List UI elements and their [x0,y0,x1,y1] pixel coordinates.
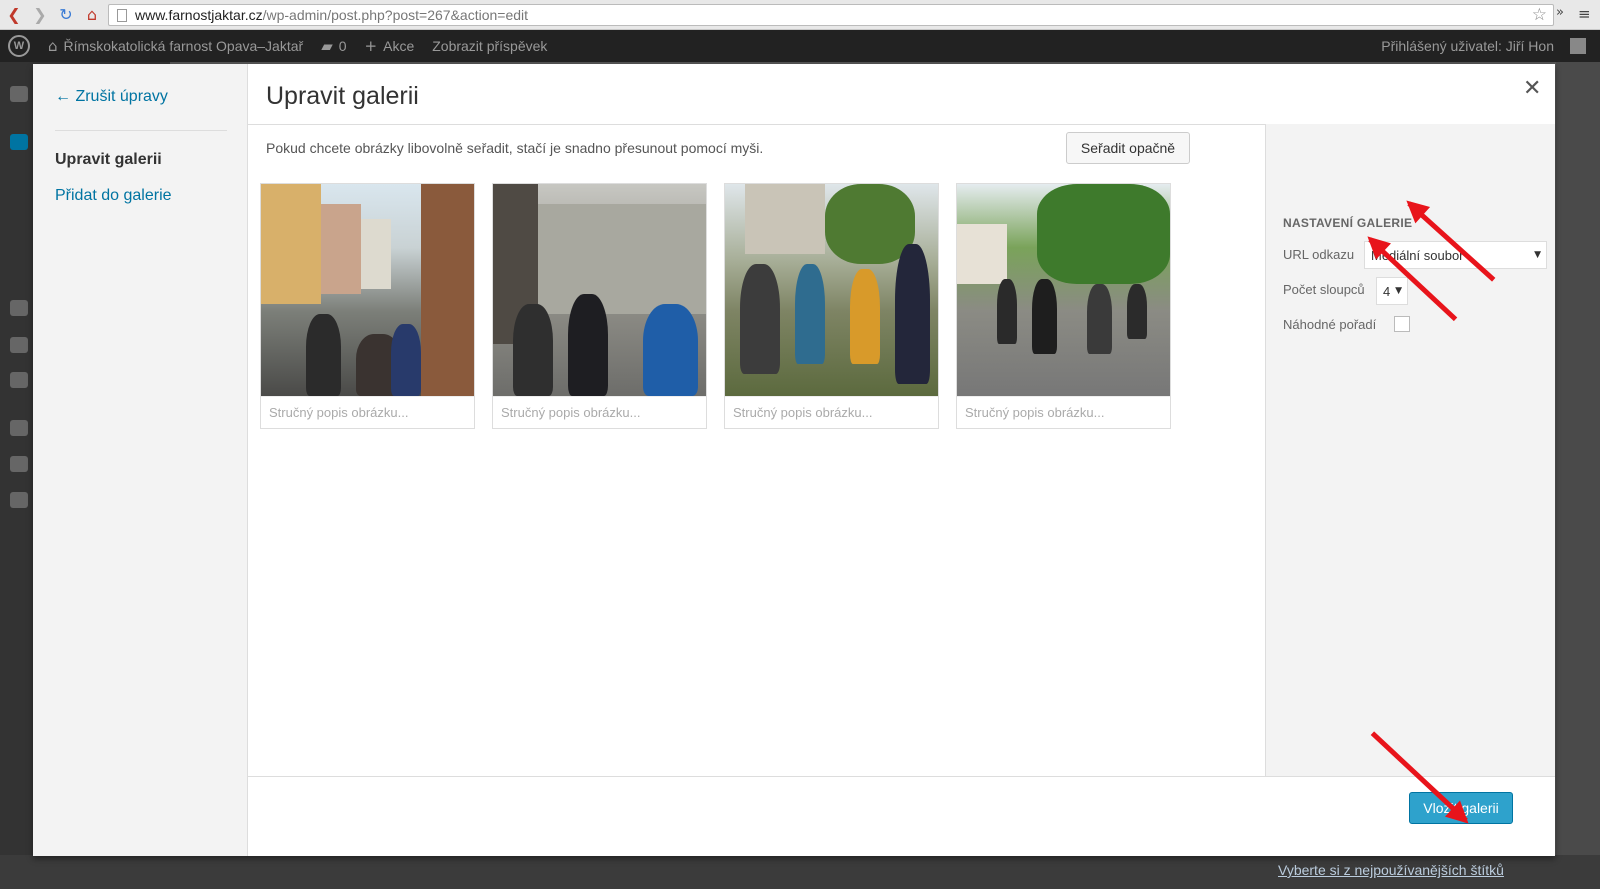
users-icon[interactable] [10,420,28,436]
comment-icon: ▰ [321,37,333,55]
site-name: Římskokatolická farnost Opava–Jaktař [63,38,304,54]
modal-title: Upravit galerii [266,82,419,110]
new-label: Akce [383,38,415,54]
settings-heading: NASTAVENÍ GALERIE [1283,216,1413,230]
person-shape [895,244,930,384]
building-shape [261,184,321,304]
address-bar[interactable]: www.farnostjaktar.cz/wp-admin/post.php?p… [108,4,1554,26]
collapse-icon[interactable] [10,492,28,508]
reverse-order-button[interactable]: Seřadit opačně [1066,132,1190,164]
url-path: /wp-admin/post.php?post=267&action=edit [262,7,529,23]
gallery-thumbnails: Stručný popis obrázku... Stručný popis o… [260,183,1188,429]
caption-input[interactable]: Stručný popis obrázku... [493,396,706,428]
new-content-link[interactable]: + Akce [365,37,415,55]
caption-input[interactable]: Stručný popis obrázku... [261,396,474,428]
person-shape [391,324,421,396]
link-to-label: URL odkazu [1283,247,1355,262]
person-shape [1032,279,1057,354]
caption-input[interactable]: Stručný popis obrázku... [725,396,938,428]
browser-toolbar: ❮ ❯ ↻ ⌂ www.farnostjaktar.cz/wp-admin/po… [0,0,1600,30]
church-shape [745,184,825,254]
home-icon: ⌂ [48,37,58,55]
bookmark-star-icon[interactable]: ☆ [1532,5,1547,25]
columns-select[interactable]: 4 ▼ [1376,277,1408,305]
random-order-label: Náhodné pořadí [1283,317,1377,332]
random-order-checkbox[interactable] [1394,316,1410,332]
edit-gallery-modal: ← Zrušit úpravy Upravit galerii Přidat d… [33,64,1555,856]
tools-icon[interactable] [10,456,28,472]
person-shape [1087,284,1112,354]
sidebar-item-edit-gallery[interactable]: Upravit galerii [55,151,162,169]
wordpress-logo-icon[interactable]: W [8,35,30,57]
gallery-settings-panel: NASTAVENÍ GALERIE URL odkazu Mediální so… [1265,124,1555,776]
comments-link[interactable]: ▰ 0 [321,37,346,55]
building-shape [321,204,361,294]
gallery-item[interactable]: Stručný popis obrázku... [956,183,1171,429]
gallery-item[interactable]: Stručný popis obrázku... [260,183,475,429]
dashboard-icon[interactable] [10,86,28,102]
wp-admin-bar: W ⌂ Římskokatolická farnost Opava–Jaktař … [0,30,1600,62]
modal-footer [248,776,1555,856]
person-shape [850,269,880,364]
person-shape [513,304,553,396]
cancel-edit-link[interactable]: ← Zrušit úpravy [55,88,168,106]
more-bookmarks-icon[interactable]: » [1556,5,1564,20]
sidebar-divider [55,130,227,131]
wall-shape [538,204,706,314]
forward-icon[interactable]: ❯ [28,3,52,27]
url-host: www.farnostjaktar.cz [135,7,263,23]
sidebar-item-add-to-gallery[interactable]: Přidat do galerie [55,187,172,205]
comments-menu-icon[interactable] [10,372,28,388]
sort-instructions: Pokud chcete obrázky libovolně seřadit, … [266,140,764,156]
browser-menu-icon[interactable]: ≡ [1578,5,1591,23]
comments-count: 0 [338,38,347,54]
back-icon[interactable]: ❮ [2,3,26,27]
user-account-link[interactable]: Přihlášený uživatel: Jiří Hon [1381,38,1554,54]
gallery-item[interactable]: Stručný popis obrázku... [492,183,707,429]
person-shape [643,304,698,396]
media-icon[interactable] [10,300,28,316]
person-shape [306,314,341,396]
pages-icon[interactable] [10,337,28,353]
person-shape [1127,284,1147,339]
view-post-link[interactable]: Zobrazit příspěvek [432,38,547,54]
gallery-photo[interactable] [493,184,706,396]
site-name-link[interactable]: ⌂ Římskokatolická farnost Opava–Jaktař [48,37,303,55]
gallery-item[interactable]: Stručný popis obrázku... [724,183,939,429]
popular-tags-link[interactable]: Vyberte si z nejpoužívanějších štítků [1278,862,1504,878]
gallery-photo[interactable] [957,184,1170,396]
building-shape [361,219,391,289]
home-icon[interactable]: ⌂ [80,3,104,27]
columns-label: Počet sloupců [1283,282,1365,297]
gallery-photo[interactable] [261,184,474,396]
building-shape [957,224,1007,284]
modal-sidebar: ← Zrušit úpravy Upravit galerii Přidat d… [33,64,248,856]
reload-icon[interactable]: ↻ [54,3,78,27]
person-shape [997,279,1017,344]
columns-value: 4 [1383,283,1391,299]
plus-icon: + [364,37,378,55]
person-shape [568,294,608,396]
tree-shape [1037,184,1170,284]
page-icon [117,8,127,22]
person-shape [795,264,825,364]
caption-input[interactable]: Stručný popis obrázku... [957,396,1170,428]
person-shape [740,264,780,374]
page-background-right [1556,62,1600,889]
chevron-down-icon: ▼ [1534,250,1541,260]
door-shape [421,184,474,396]
close-icon[interactable]: ✕ [1523,76,1541,101]
avatar[interactable] [1570,38,1586,54]
gallery-photo[interactable] [725,184,938,396]
posts-icon[interactable] [10,134,28,150]
chevron-down-icon: ▼ [1395,286,1402,296]
